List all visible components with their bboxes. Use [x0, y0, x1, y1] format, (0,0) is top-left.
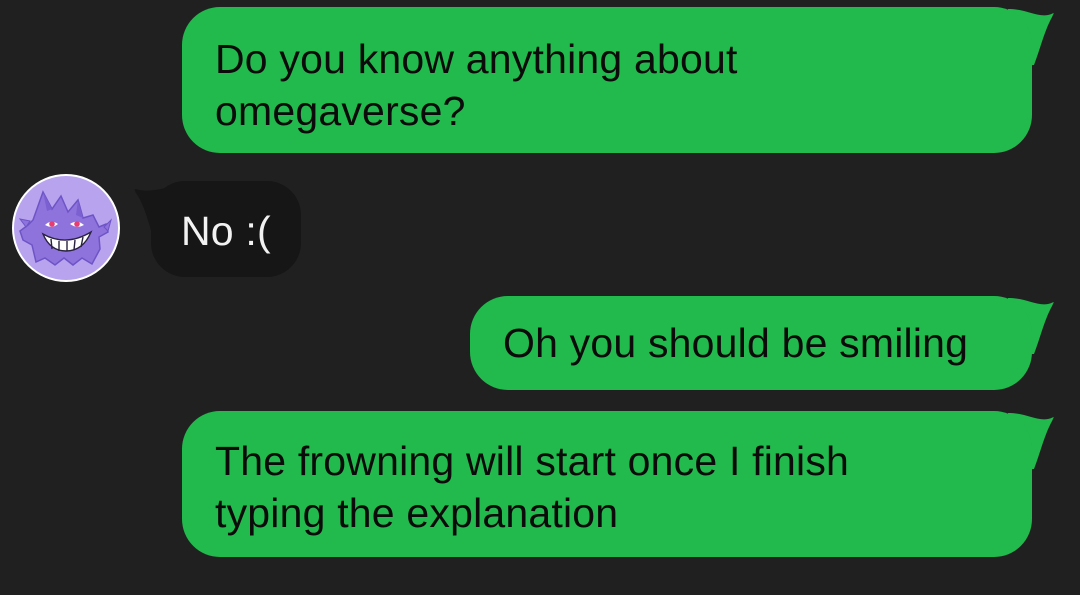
outgoing-message-bubble[interactable]: Do you know anything about omegaverse? — [182, 7, 1032, 153]
incoming-message-bubble[interactable]: No :( — [151, 181, 301, 277]
message-text-line: Oh you should be smiling — [503, 320, 969, 366]
message-text-line: No :( — [181, 208, 271, 254]
message-text-line: Do you know anything about — [215, 36, 738, 82]
message-text-line: omegaverse? — [215, 88, 466, 134]
message-text-line: typing the explanation — [215, 490, 619, 536]
outgoing-message-bubble[interactable]: Oh you should be smiling — [470, 296, 1032, 390]
outgoing-message-bubble[interactable]: The frowning will start once I finish ty… — [182, 411, 1032, 557]
contact-avatar[interactable] — [12, 174, 120, 282]
purple-ghost-avatar-icon — [14, 176, 118, 280]
message-text-line: The frowning will start once I finish — [215, 438, 850, 484]
